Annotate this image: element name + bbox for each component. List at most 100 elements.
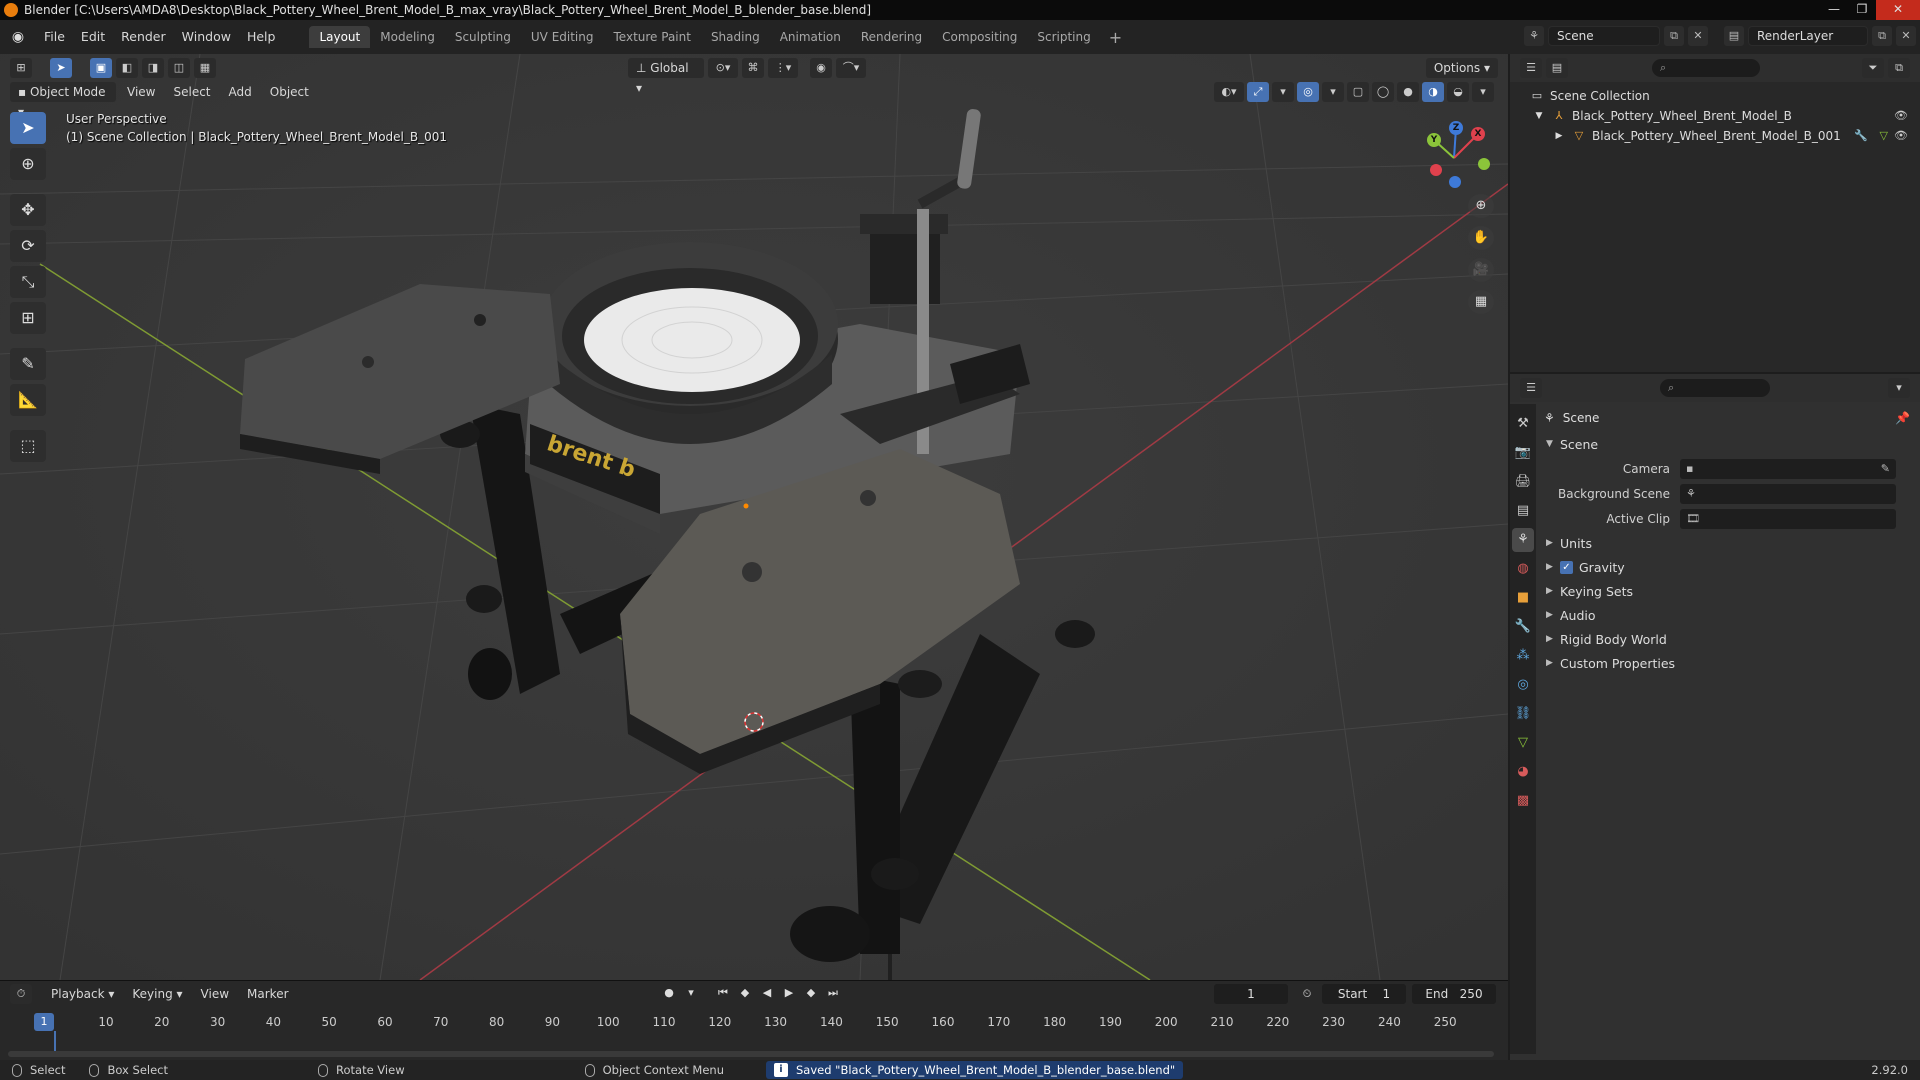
modifier-icon[interactable]: 🔧 — [1854, 126, 1868, 146]
scale-tool-icon[interactable]: ⤡ — [10, 266, 46, 298]
3d-viewport[interactable]: brent b ⊞ ➤ ▣ ◧ ◨ ◫ ▦ ⊥ Global ▾ ⊙▾ ⌘ ⋮▾… — [0, 54, 1508, 980]
transform-orientation-dropdown[interactable]: ⊥ Global ▾ — [628, 58, 704, 95]
xray-toggle-icon[interactable]: ▢ — [1347, 82, 1369, 102]
object-tab-icon[interactable]: ■ — [1512, 586, 1534, 610]
preview-range-icon[interactable]: ⏲ — [1298, 985, 1316, 1003]
overlay-dropdown-icon[interactable]: ▾ — [1322, 82, 1344, 102]
timeline-menu-view[interactable]: View — [194, 984, 236, 1004]
modifier-tab-icon[interactable]: 🔧 — [1512, 615, 1534, 639]
properties-search-input[interactable]: ⌕ — [1660, 379, 1770, 397]
editor-type-icon[interactable]: ⊞ — [10, 58, 32, 78]
blender-logo-icon[interactable]: ◉ — [8, 27, 28, 47]
timeline-ruler[interactable]: 1 10 20 30 40 50 60 70 80 90 100 110 120 130 140 150 16… — [0, 1013, 1508, 1033]
gizmo-z-axis[interactable]: Z — [1449, 121, 1463, 135]
tool-tab-icon[interactable]: ⚒ — [1512, 412, 1534, 436]
active-clip-field[interactable]: 🎞 — [1680, 508, 1896, 529]
outliner-item[interactable]: ▼ ⅄ Black_Pottery_Wheel_Brent_Model_B 👁 — [1510, 106, 1920, 126]
annotate-tool-icon[interactable]: ✎ — [10, 348, 46, 380]
rotate-tool-icon[interactable]: ⟳ — [10, 230, 46, 262]
add-cube-tool-icon[interactable]: ⬚ — [10, 430, 46, 462]
camera-view-icon[interactable]: 🎥 — [1468, 258, 1494, 282]
tab-sculpting[interactable]: Sculpting — [445, 26, 521, 48]
current-frame-indicator[interactable]: 1 — [34, 1013, 54, 1031]
delete-scene-icon[interactable]: ✕ — [1688, 26, 1708, 46]
visibility-icon[interactable]: ◐▾ — [1214, 82, 1244, 102]
outliner-display-mode-icon[interactable]: ▤ — [1546, 58, 1568, 78]
gizmo-dropdown-icon[interactable]: ▾ — [1272, 82, 1294, 102]
texture-tab-icon[interactable]: ▩ — [1512, 789, 1534, 813]
outliner-scene-collection[interactable]: ▭ Scene Collection — [1510, 86, 1920, 106]
menu-render[interactable]: Render — [113, 20, 174, 54]
timeline-scrollbar[interactable] — [8, 1051, 1494, 1057]
rendered-shading-icon[interactable]: ◒ — [1447, 82, 1469, 102]
timeline-menu-playback[interactable]: Playback ▾ — [44, 984, 121, 1004]
expand-arrow-icon[interactable]: ▶ — [1552, 129, 1566, 143]
timeline-editor-type-icon[interactable]: ⏱ — [10, 984, 32, 1004]
delete-view-layer-icon[interactable]: ✕ — [1896, 26, 1916, 46]
expand-arrow-icon[interactable]: ▼ — [1532, 109, 1546, 123]
particles-tab-icon[interactable]: ⁂ — [1512, 644, 1534, 668]
snap-target-icon[interactable]: ⋮▾ — [768, 58, 798, 78]
minimize-button[interactable]: — — [1820, 0, 1848, 20]
proportional-falloff-icon[interactable]: ⌒▾ — [836, 58, 866, 78]
view-layer-field[interactable]: RenderLayer — [1748, 26, 1868, 46]
keying-dropdown-icon[interactable]: ▾ — [682, 984, 700, 1002]
auto-keying-icon[interactable]: ● — [660, 984, 678, 1002]
panel-gravity[interactable]: ▶ ✓ Gravity — [1536, 555, 1920, 579]
play-icon[interactable]: ▶ — [780, 984, 798, 1002]
eyedropper-icon[interactable]: ✎ — [1881, 459, 1890, 479]
world-tab-icon[interactable]: ◍ — [1512, 557, 1534, 581]
output-tab-icon[interactable]: 🖨 — [1512, 470, 1534, 494]
select-box-tool-icon[interactable]: ➤ — [10, 112, 46, 144]
tab-animation[interactable]: Animation — [770, 26, 851, 48]
select-mode-extend-icon[interactable]: ◧ — [116, 58, 138, 78]
select-mode-subtract-icon[interactable]: ◨ — [142, 58, 164, 78]
panel-rigid-body-world[interactable]: ▶ Rigid Body World — [1536, 627, 1920, 651]
panel-keying-sets[interactable]: ▶ Keying Sets — [1536, 579, 1920, 603]
new-view-layer-icon[interactable]: ⧉ — [1872, 26, 1892, 46]
play-reverse-icon[interactable]: ◀ — [758, 984, 776, 1002]
properties-editor-type-icon[interactable]: ☰ — [1520, 378, 1542, 398]
tab-scripting[interactable]: Scripting — [1027, 26, 1100, 48]
gizmo-neg-y-axis[interactable] — [1478, 158, 1490, 170]
camera-field[interactable]: ▪ ✎ — [1680, 458, 1896, 479]
select-tool-icon[interactable]: ➤ — [50, 58, 72, 78]
move-tool-icon[interactable]: ✥ — [10, 194, 46, 226]
gizmo-y-axis[interactable]: Y — [1427, 133, 1441, 147]
prev-keyframe-icon[interactable]: ◆ — [736, 984, 754, 1002]
transform-tool-icon[interactable]: ⊞ — [10, 302, 46, 334]
object-mode-dropdown[interactable]: ▪ Object Mode ▾ — [10, 82, 116, 119]
panel-custom-properties[interactable]: ▶ Custom Properties — [1536, 651, 1920, 675]
options-dropdown[interactable]: Options ▾ — [1425, 58, 1498, 78]
outliner-filter-icon[interactable]: ⏷ — [1862, 58, 1884, 78]
outliner-item[interactable]: ▶ ▽ Black_Pottery_Wheel_Brent_Model_B_00… — [1510, 126, 1920, 146]
overlay-toggle-icon[interactable]: ◎ — [1297, 82, 1319, 102]
physics-tab-icon[interactable]: ◎ — [1512, 673, 1534, 697]
add-workspace-button[interactable]: + — [1101, 28, 1130, 47]
select-mode-invert-icon[interactable]: ◫ — [168, 58, 190, 78]
next-keyframe-icon[interactable]: ◆ — [802, 984, 820, 1002]
visibility-eye-icon[interactable]: 👁 — [1894, 126, 1908, 146]
viewport-menu-view[interactable]: View — [120, 82, 162, 102]
perspective-toggle-icon[interactable]: ▦ — [1468, 290, 1494, 314]
proportional-edit-icon[interactable]: ◉ — [810, 58, 832, 78]
panel-units[interactable]: ▶ Units — [1536, 531, 1920, 555]
background-scene-field[interactable]: ⚘ — [1680, 483, 1896, 504]
tab-uv-editing[interactable]: UV Editing — [521, 26, 604, 48]
shading-dropdown-icon[interactable]: ▾ — [1472, 82, 1494, 102]
scene-field[interactable]: Scene — [1548, 26, 1660, 46]
scene-icon[interactable]: ⚘ — [1524, 26, 1544, 46]
render-tab-icon[interactable]: 📷 — [1512, 441, 1534, 465]
material-shading-icon[interactable]: ◑ — [1422, 82, 1444, 102]
menu-help[interactable]: Help — [239, 20, 284, 54]
gravity-checkbox[interactable]: ✓ — [1560, 560, 1573, 574]
measure-tool-icon[interactable]: 📐 — [10, 384, 46, 416]
viewport-menu-select[interactable]: Select — [166, 82, 217, 102]
cursor-tool-icon[interactable]: ⊕ — [10, 148, 46, 180]
timeline-menu-marker[interactable]: Marker — [240, 984, 295, 1004]
tab-modeling[interactable]: Modeling — [370, 26, 445, 48]
material-tab-icon[interactable]: ◕ — [1512, 760, 1534, 784]
new-scene-icon[interactable]: ⧉ — [1664, 26, 1684, 46]
pivot-point-icon[interactable]: ⊙▾ — [708, 58, 738, 78]
menu-edit[interactable]: Edit — [73, 20, 113, 54]
